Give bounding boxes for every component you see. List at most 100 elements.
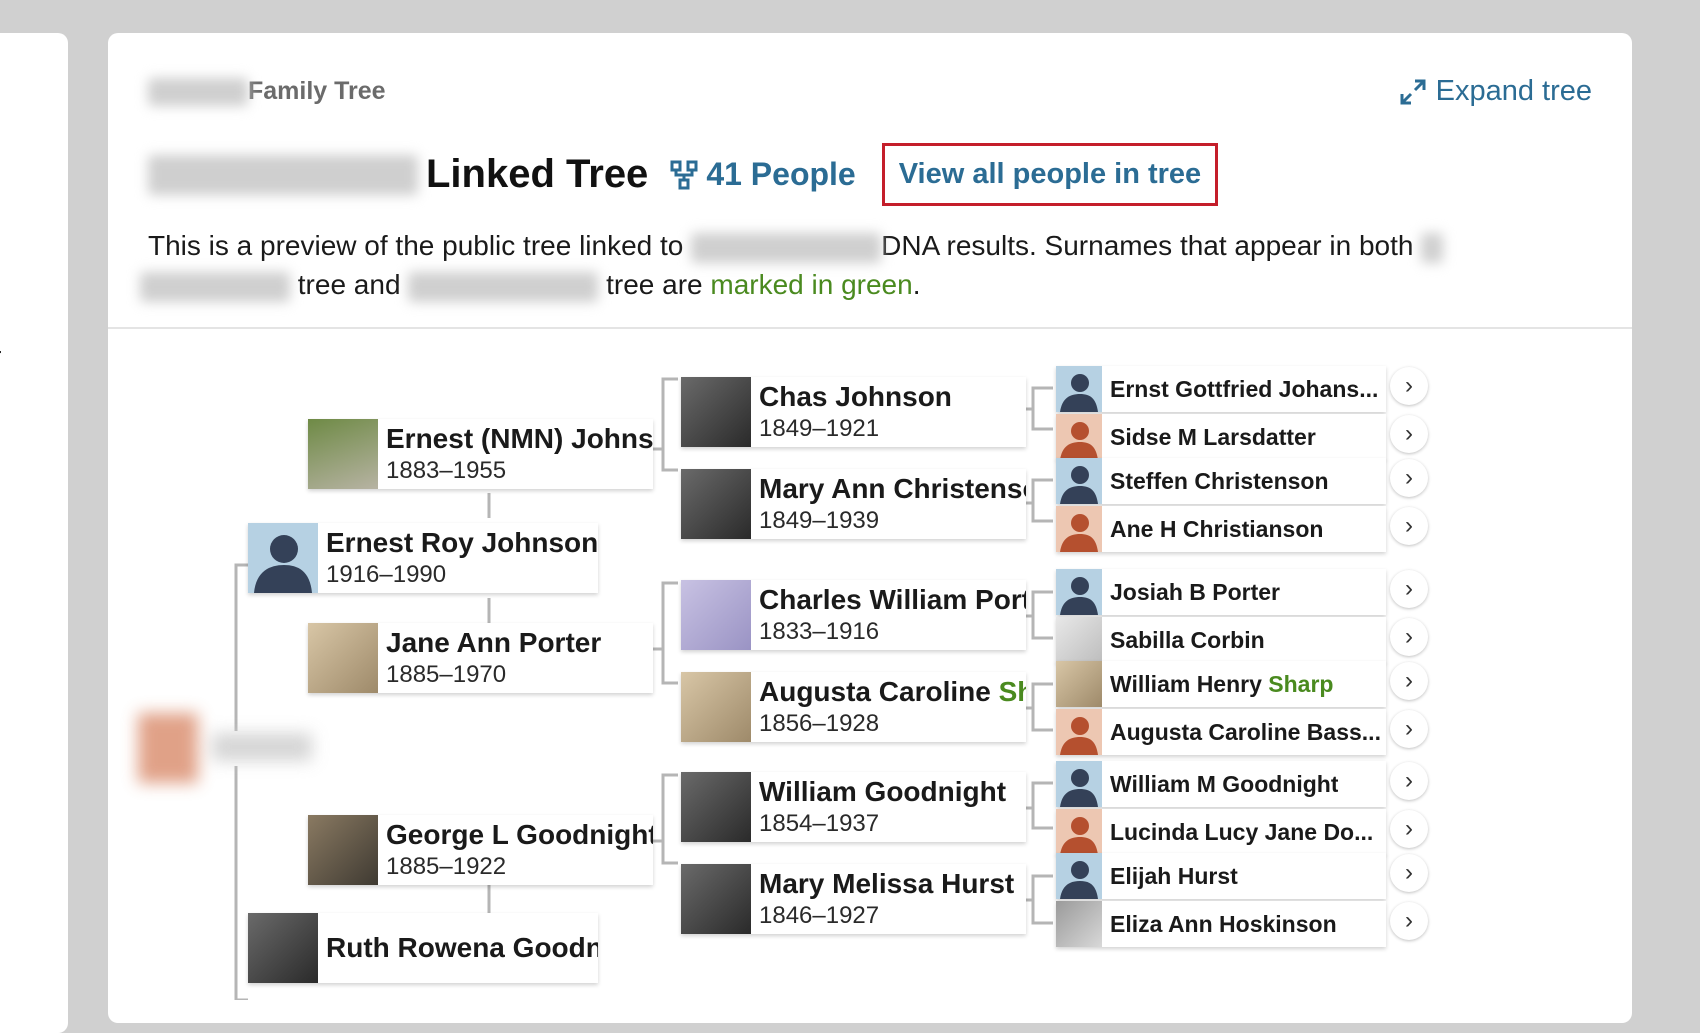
silhouette-male-icon xyxy=(248,523,318,593)
silhouette-male-icon xyxy=(1056,458,1102,504)
person-card-great-grandparent[interactable]: Augusta Caroline Bass... xyxy=(1056,709,1386,755)
person-photo xyxy=(681,580,751,650)
person-info: Augusta Caroline Sh... 1856–1928 xyxy=(751,675,1026,739)
person-name: Mary Melissa Hurst xyxy=(759,868,1015,899)
silhouette-female-icon xyxy=(1056,506,1102,552)
silhouette-male-icon xyxy=(1056,761,1102,807)
person-card-great-grandparent[interactable]: William M Goodnight xyxy=(1056,761,1386,807)
person-card-great-grandparent[interactable]: Elijah Hurst xyxy=(1056,853,1386,899)
person-info: Chas Johnson 1849–1921 xyxy=(751,380,952,444)
person-card-great-grandparent[interactable]: Eliza Ann Hoskinson xyxy=(1056,901,1386,947)
person-card-grandparent[interactable]: Augusta Caroline Sh... 1856–1928 xyxy=(681,672,1026,742)
person-dates: 1849–1921 xyxy=(759,415,880,442)
person-card-parent[interactable]: Jane Ann Porter 1885–1970 xyxy=(308,623,653,693)
name-prefix: Augusta Caroline xyxy=(759,676,999,707)
person-card-parent[interactable]: Ernest (NMN) Johnson 1883–1955 xyxy=(308,419,653,489)
chevron-right-icon[interactable]: › xyxy=(1390,507,1428,545)
person-info: Mary Melissa Hurst 1846–1927 xyxy=(751,867,1014,931)
chevron-right-icon[interactable]: › xyxy=(1390,902,1428,940)
person-name: Sabilla Corbin xyxy=(1110,626,1265,653)
person-name: Eliza Ann Hoskinson xyxy=(1110,910,1337,937)
person-name: William Goodnight xyxy=(759,776,1007,807)
person-name: Augusta Caroline Bass... xyxy=(1110,718,1381,745)
shared-surname: Sharp xyxy=(1268,670,1334,697)
person-photo xyxy=(681,469,751,539)
person-card-grandparent[interactable]: Mary Ann Christenson 1849–1939 xyxy=(681,469,1026,539)
person-name: William Henry Sharp xyxy=(1102,671,1333,698)
person-photo xyxy=(308,815,378,885)
chevron-right-icon[interactable]: › xyxy=(1390,762,1428,800)
person-dates: 1833–1916 xyxy=(759,618,880,645)
person-name: William M Goodnight xyxy=(1110,770,1339,797)
silhouette-female-icon xyxy=(1056,709,1102,755)
person-photo xyxy=(681,772,751,842)
person-name: George L Goodnight xyxy=(386,819,653,850)
person-photo xyxy=(681,377,751,447)
chevron-right-icon[interactable]: › xyxy=(1390,810,1428,848)
person-name: Chas Johnson xyxy=(759,381,952,412)
chevron-right-icon[interactable]: › xyxy=(1390,459,1428,497)
person-card-great-grandparent[interactable]: Josiah B Porter xyxy=(1056,569,1386,615)
chevron-right-icon[interactable]: › xyxy=(1390,710,1428,748)
person-dates: 1883–1955 xyxy=(386,457,507,484)
silhouette-male-icon xyxy=(1056,366,1102,412)
private-person-card-blurred xyxy=(138,713,498,783)
linked-tree-card: Family Tree Expand tree Linked Tree 41 P… xyxy=(108,33,1632,1023)
person-dates: 1885–1922 xyxy=(386,853,507,880)
chevron-right-icon[interactable]: › xyxy=(1390,570,1428,608)
person-card-grandparent[interactable]: Mary Melissa Hurst 1846–1927 xyxy=(681,864,1026,934)
person-card-grandparent[interactable]: Chas Johnson 1849–1921 xyxy=(681,377,1026,447)
person-card-great-grandparent[interactable]: William Henry Sharp xyxy=(1056,661,1386,707)
person-photo xyxy=(681,864,751,934)
person-card-great-grandparent[interactable]: Lucinda Lucy Jane Do... xyxy=(1056,809,1386,855)
chevron-right-icon[interactable]: › xyxy=(1390,367,1428,405)
chevron-right-icon[interactable]: › xyxy=(1390,662,1428,700)
person-name: Lucinda Lucy Jane Do... xyxy=(1110,818,1374,845)
person-name: Ruth Rowena Goodn... xyxy=(326,932,598,963)
person-info: Jane Ann Porter 1885–1970 xyxy=(378,626,601,690)
person-card-great-grandparent[interactable]: Sabilla Corbin xyxy=(1056,617,1386,663)
person-card-great-grandparent[interactable]: Ane H Christianson xyxy=(1056,506,1386,552)
silhouette-male-icon xyxy=(1056,853,1102,899)
chevron-right-icon[interactable]: › xyxy=(1390,618,1428,656)
person-name: Charles William Porter xyxy=(759,584,1026,615)
shared-surname: Sh... xyxy=(998,676,1026,707)
person-card-great-grandparent[interactable]: Ernst Gottfried Johans... xyxy=(1056,366,1386,412)
person-dates: 1916–1990 xyxy=(326,561,447,588)
person-photo xyxy=(1056,617,1102,663)
person-photo xyxy=(681,672,751,742)
person-photo xyxy=(308,419,378,489)
person-name: Ernest Roy Johnson xyxy=(326,527,598,558)
left-side-panel: e or xyxy=(0,33,68,1033)
person-name: Ane H Christianson xyxy=(1110,515,1324,542)
person-info: George L Goodnight 1885–1922 xyxy=(378,818,653,882)
person-photo xyxy=(308,623,378,693)
person-name: Steffen Christenson xyxy=(1110,467,1329,494)
person-name: Josiah B Porter xyxy=(1110,578,1280,605)
person-info: Mary Ann Christenson 1849–1939 xyxy=(751,472,1026,536)
chevron-right-icon[interactable]: › xyxy=(1390,854,1428,892)
person-card-parent[interactable]: George L Goodnight 1885–1922 xyxy=(308,815,653,885)
person-card-grandparent[interactable]: Charles William Porter 1833–1916 xyxy=(681,580,1026,650)
person-photo xyxy=(1056,901,1102,947)
person-card-root[interactable]: Ernest Roy Johnson 1916–1990 xyxy=(248,523,598,593)
person-info: Ernest (NMN) Johnson 1883–1955 xyxy=(378,422,653,486)
person-dates: 1846–1927 xyxy=(759,902,880,929)
person-card-great-grandparent[interactable]: Sidse M Larsdatter xyxy=(1056,414,1386,460)
person-name: Elijah Hurst xyxy=(1110,862,1238,889)
person-card-great-grandparent[interactable]: Steffen Christenson xyxy=(1056,458,1386,504)
silhouette-female-icon xyxy=(1056,414,1102,460)
silhouette-male-icon xyxy=(1056,569,1102,615)
person-dates: 1854–1937 xyxy=(759,810,880,837)
person-dates: 1849–1939 xyxy=(759,507,880,534)
person-info: William Goodnight 1854–1937 xyxy=(751,775,1006,839)
person-card-root-2[interactable]: Ruth Rowena Goodn... xyxy=(248,913,598,983)
person-info: Ruth Rowena Goodn... xyxy=(318,931,598,965)
person-card-grandparent[interactable]: William Goodnight 1854–1937 xyxy=(681,772,1026,842)
person-dates: 1885–1970 xyxy=(386,661,507,688)
name-prefix: William Henry xyxy=(1110,670,1269,697)
person-photo xyxy=(248,913,318,983)
chevron-right-icon[interactable]: › xyxy=(1390,415,1428,453)
left-panel-text-fragment: or xyxy=(0,343,1,371)
person-name: Ernst Gottfried Johans... xyxy=(1110,375,1379,402)
